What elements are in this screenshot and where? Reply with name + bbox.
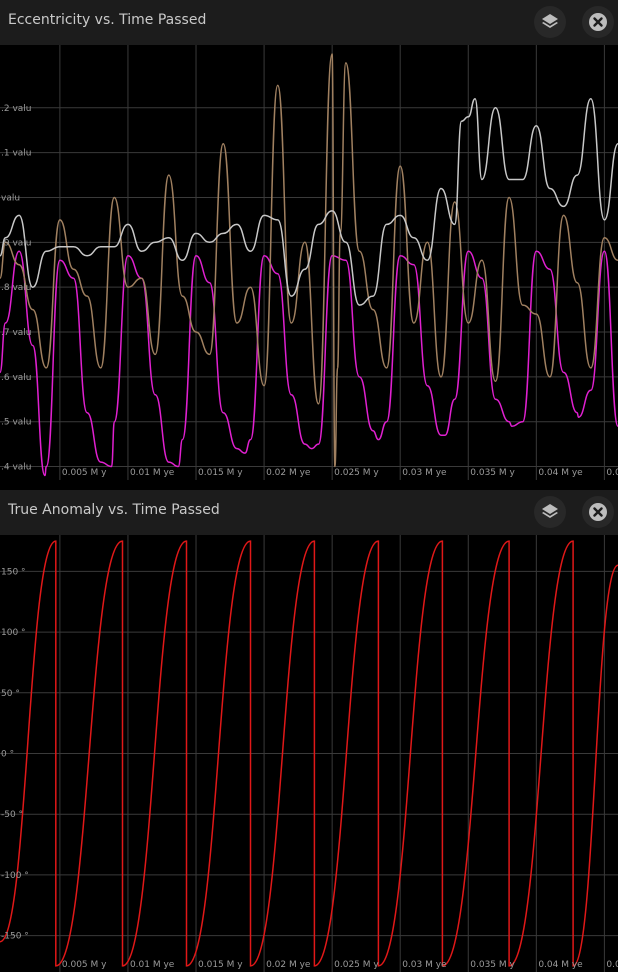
true-anomaly-chart: 0.005 M y 0.01 M ye 0.015 M y 0.02 M ye 0.02…	[0, 535, 618, 972]
x-tick-label: 0.04 M ye	[538, 468, 583, 478]
x-tick-label: 0.015 M y	[198, 468, 243, 478]
x-tick-label: 0.005 M y	[62, 960, 107, 970]
x-tick-label: 0.03 M ye	[402, 960, 447, 970]
x-tick-label: 0.02 M ye	[266, 960, 311, 970]
x-tick-label: 0.005 M y	[62, 468, 107, 478]
layers-icon	[542, 14, 558, 28]
x-tick-label: 0.035 M y	[470, 468, 515, 478]
x-tick-label: 0.03 M ye	[402, 468, 447, 478]
x-tick-label: 0.045	[606, 960, 618, 970]
layers-button[interactable]	[534, 6, 566, 38]
y-tick-label: .8 valu	[1, 283, 32, 293]
panel-title: True Anomaly vs. Time Passed	[8, 502, 220, 518]
series-line-0	[0, 250, 618, 477]
true-anomaly-panel: True Anomaly vs. Time Passed 0.005 M y 0.…	[0, 490, 618, 972]
y-tick-label: .7 valu	[1, 328, 32, 338]
panel-header: Eccentricity vs. Time Passed	[0, 0, 618, 45]
y-tick-label: .2 valu	[1, 104, 32, 114]
y-tick-label: .1 valu	[1, 149, 32, 159]
x-tick-label: 0.02 M ye	[266, 468, 311, 478]
y-tick-label: .6 valu	[1, 373, 32, 383]
panel-title: Eccentricity vs. Time Passed	[8, 12, 207, 28]
close-icon	[589, 503, 607, 521]
plot-area: 0.005 M y 0.01 M ye 0.015 M y 0.02 M ye 0.02…	[0, 45, 618, 480]
y-tick-label: 150 °	[1, 567, 26, 577]
plot-area: 0.005 M y 0.01 M ye 0.015 M y 0.02 M ye 0.02…	[0, 535, 618, 972]
y-tick-label: 100 °	[1, 628, 26, 638]
y-tick-label: 50 °	[1, 689, 20, 699]
y-tick-label: -150 °	[1, 932, 29, 942]
close-button[interactable]	[582, 6, 614, 38]
y-tick-label: .4 valu	[1, 463, 32, 473]
x-tick-label: 0.04 M ye	[538, 960, 583, 970]
y-tick-label: -100 °	[1, 871, 29, 881]
y-tick-label: 0 °	[1, 750, 14, 760]
x-tick-label: 0.025 M y	[334, 960, 379, 970]
x-tick-label: 0.035 M y	[470, 960, 515, 970]
y-tick-label: -50 °	[1, 810, 23, 820]
x-tick-label: 0.045	[606, 468, 618, 478]
y-tick-label: valu	[1, 193, 20, 203]
layers-button[interactable]	[534, 496, 566, 528]
eccentricity-panel: Eccentricity vs. Time Passed 0.005 M y 0.…	[0, 0, 618, 490]
x-tick-label: 0.01 M ye	[130, 468, 175, 478]
close-button[interactable]	[582, 496, 614, 528]
y-tick-label: .9 valu	[1, 238, 32, 248]
layers-icon	[542, 504, 558, 518]
x-tick-label: 0.015 M y	[198, 960, 243, 970]
x-tick-label: 0.01 M ye	[130, 960, 175, 970]
eccentricity-chart: 0.005 M y 0.01 M ye 0.015 M y 0.02 M ye 0.02…	[0, 45, 618, 480]
panel-header: True Anomaly vs. Time Passed	[0, 490, 618, 535]
x-tick-label: 0.025 M y	[334, 468, 379, 478]
close-icon	[589, 13, 607, 31]
y-tick-label: .5 valu	[1, 418, 32, 428]
